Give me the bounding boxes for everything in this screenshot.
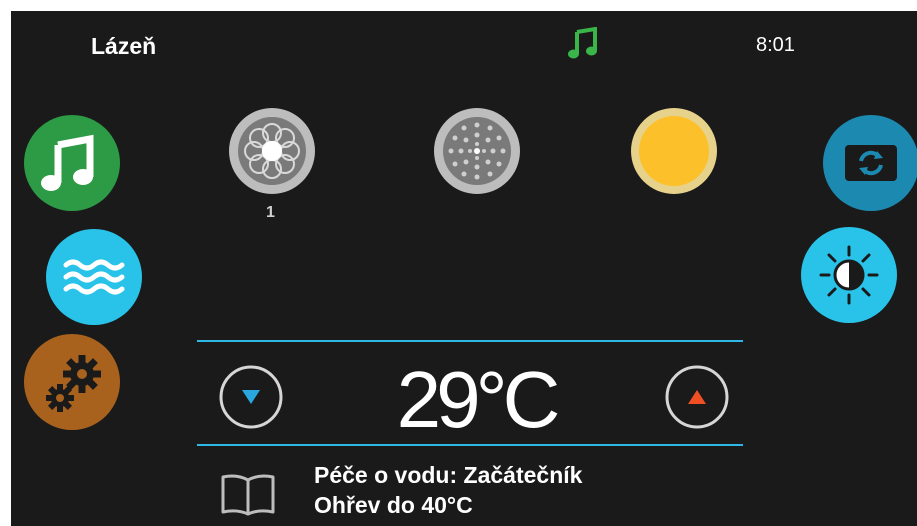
clock: 8:01	[756, 34, 795, 56]
water-care-text: Péče o vodu: Začátečník	[314, 462, 583, 488]
light-button[interactable]	[801, 227, 897, 323]
settings-button[interactable]	[24, 334, 120, 430]
temperature-divider-bottom	[197, 444, 743, 446]
waves-icon	[63, 259, 125, 295]
heating-text: Ohřev do 40°C	[314, 492, 473, 518]
temperature-value: 29°C	[396, 355, 561, 444]
triangle-up-icon	[688, 390, 706, 404]
jet-dots-icon	[443, 117, 511, 185]
gears-icon	[46, 355, 101, 412]
jet-1-label: 1	[266, 204, 275, 221]
source-button[interactable]	[823, 115, 917, 211]
jet-2-button[interactable]	[434, 108, 520, 194]
spa-screen: Lázeň 8:01 1 29°C Péče o vodu: Začáteční…	[11, 11, 917, 526]
brightness-icon	[819, 245, 879, 305]
music-note-icon	[41, 134, 94, 191]
book-icon[interactable]	[219, 472, 277, 516]
temperature-up-button[interactable]	[664, 364, 730, 430]
music-button[interactable]	[24, 115, 120, 211]
jet-3-button[interactable]	[631, 108, 717, 194]
temperature-divider-top	[197, 340, 743, 342]
temperature-down-button[interactable]	[218, 364, 284, 430]
jet-flower-icon	[238, 117, 306, 185]
water-button[interactable]	[46, 229, 142, 325]
refresh-screen-icon	[845, 145, 897, 181]
yellow-light-icon	[639, 116, 709, 186]
jet-1-button[interactable]	[229, 108, 315, 194]
music-status-icon	[568, 27, 597, 59]
page-title: Lázeň	[91, 33, 157, 59]
triangle-down-icon	[242, 390, 260, 404]
